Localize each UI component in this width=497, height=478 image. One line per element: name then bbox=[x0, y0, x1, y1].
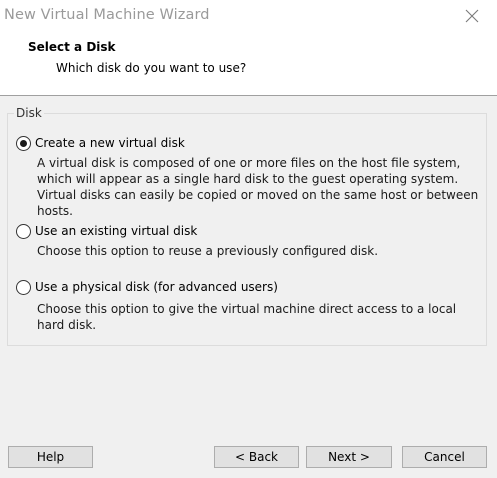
page-title: Select a Disk bbox=[28, 40, 116, 54]
cancel-button[interactable]: Cancel bbox=[402, 446, 487, 468]
help-button[interactable]: Help bbox=[8, 446, 93, 468]
option-label[interactable]: Use an existing virtual disk bbox=[35, 224, 197, 238]
radio-use-physical-disk[interactable] bbox=[16, 280, 31, 295]
radio-use-existing-disk[interactable] bbox=[16, 224, 31, 239]
title-bar: New Virtual Machine Wizard bbox=[0, 0, 497, 32]
close-icon bbox=[465, 9, 479, 23]
window-title: New Virtual Machine Wizard bbox=[4, 7, 210, 23]
close-button[interactable] bbox=[449, 0, 495, 32]
radio-create-new-disk[interactable] bbox=[16, 136, 31, 151]
option-description: Choose this option to give the virtual m… bbox=[37, 302, 457, 332]
wizard-header: Select a Disk Which disk do you want to … bbox=[0, 32, 497, 96]
disk-group-label: Disk bbox=[14, 106, 44, 120]
option-description: A virtual disk is composed of one or mor… bbox=[37, 156, 479, 218]
page-subtitle: Which disk do you want to use? bbox=[56, 61, 247, 75]
option-description: Choose this option to reuse a previously… bbox=[37, 244, 379, 258]
option-label[interactable]: Create a new virtual disk bbox=[35, 136, 185, 150]
option-label[interactable]: Use a physical disk (for advanced users) bbox=[35, 280, 278, 294]
next-button[interactable]: Next > bbox=[306, 446, 392, 468]
back-button[interactable]: < Back bbox=[214, 446, 299, 468]
